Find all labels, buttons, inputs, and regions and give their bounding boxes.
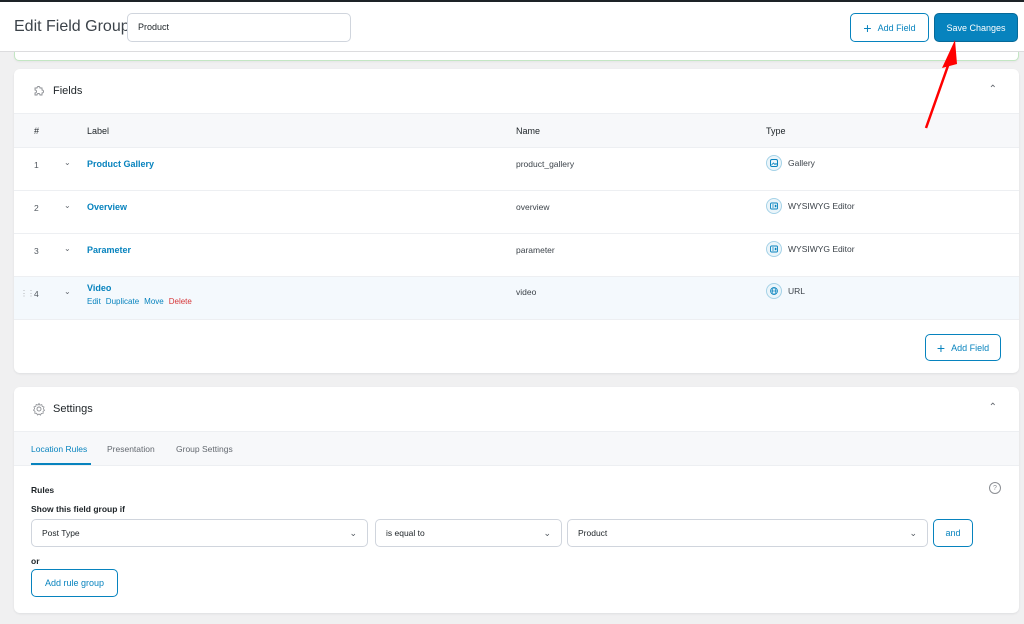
field-name: product_gallery — [516, 159, 575, 169]
field-name: overview — [516, 202, 550, 212]
rule-param-select[interactable]: Post Type ⌄ — [31, 519, 368, 547]
tab-location-rules[interactable]: Location Rules — [31, 444, 87, 454]
chevron-up-icon[interactable]: ⌃ — [989, 84, 997, 95]
drag-handle-icon[interactable]: ⋮⋮ — [20, 289, 35, 298]
field-group-title-input[interactable]: Product — [127, 13, 351, 42]
add-field-button[interactable]: + Add Field — [925, 334, 1001, 361]
page-title: Edit Field Group — [14, 18, 130, 35]
field-type: Gallery — [766, 155, 815, 171]
field-row[interactable]: 2 ⌄ Overview overview WYSIWYG Editor — [14, 191, 1019, 234]
field-label-link[interactable]: Product Gallery — [87, 159, 154, 169]
plus-icon: + — [936, 339, 946, 356]
column-header-num: # — [34, 125, 40, 136]
chevron-down-icon[interactable]: ⌄ — [64, 244, 71, 253]
chevron-down-icon[interactable]: ⌄ — [64, 201, 71, 210]
delete-link[interactable]: Delete — [169, 297, 192, 306]
gallery-icon — [766, 155, 782, 171]
tab-presentation[interactable]: Presentation — [107, 444, 155, 454]
gear-icon — [32, 402, 46, 416]
field-name: video — [516, 287, 537, 297]
field-number: 4 — [34, 289, 39, 299]
add-field-label: Add Field — [951, 342, 990, 353]
field-type-label: WYSIWYG Editor — [788, 244, 855, 254]
settings-panel-header[interactable]: Settings ⌃ — [14, 387, 1019, 432]
field-number: 3 — [34, 246, 39, 256]
globe-icon — [766, 283, 782, 299]
fields-panel-header[interactable]: Fields ⌃ — [14, 69, 1019, 114]
field-type-label: WYSIWYG Editor — [788, 201, 855, 211]
field-number: 1 — [34, 160, 39, 170]
chevron-down-icon[interactable]: ⌄ — [64, 158, 71, 167]
wysiwyg-icon — [766, 198, 782, 214]
fields-table-header: # Label Name Type — [14, 114, 1019, 148]
chevron-down-icon[interactable]: ⌄ — [64, 287, 71, 296]
field-type-label: URL — [788, 286, 806, 296]
puzzle-icon — [32, 84, 46, 98]
location-rules-body: Rules ? Show this field group if Post Ty… — [14, 466, 1019, 613]
field-name: parameter — [516, 245, 555, 255]
duplicate-link[interactable]: Duplicate — [106, 297, 139, 306]
rule-operator-value: is equal to — [386, 528, 425, 538]
column-header-name: Name — [516, 125, 541, 136]
chevron-up-icon[interactable]: ⌃ — [989, 402, 997, 413]
success-notice-edge — [14, 52, 1019, 61]
fields-panel: Fields ⌃ # Label Name Type 1 ⌄ Product G… — [14, 69, 1019, 373]
page-header: Edit Field Group Product + Add Field Sav… — [0, 2, 1024, 52]
chevron-down-icon: ⌄ — [349, 528, 357, 538]
move-link[interactable]: Move — [144, 297, 164, 306]
field-type: WYSIWYG Editor — [766, 198, 855, 214]
column-header-type: Type — [766, 125, 786, 136]
field-type-label: Gallery — [788, 158, 815, 168]
rules-label: Rules — [31, 485, 55, 495]
settings-panel: Settings ⌃ Location Rules Presentation G… — [14, 387, 1019, 613]
fields-panel-footer: + Add Field — [14, 320, 1019, 373]
active-tab-indicator — [31, 463, 91, 465]
add-rule-group-button[interactable]: Add rule group — [31, 569, 118, 597]
field-type: WYSIWYG Editor — [766, 241, 855, 257]
add-field-button-header[interactable]: + Add Field — [850, 13, 929, 42]
field-row[interactable]: 1 ⌄ Product Gallery product_gallery Gall… — [14, 148, 1019, 191]
wysiwyg-icon — [766, 241, 782, 257]
add-field-label: Add Field — [877, 22, 916, 33]
save-changes-button[interactable]: Save Changes — [934, 13, 1018, 42]
rule-value-select[interactable]: Product ⌄ — [567, 519, 928, 547]
help-icon[interactable]: ? — [989, 482, 1001, 494]
field-type: URL — [766, 283, 805, 299]
fields-panel-title: Fields — [53, 85, 83, 97]
tab-group-settings[interactable]: Group Settings — [176, 444, 233, 454]
or-label: or — [31, 556, 40, 566]
chevron-down-icon: ⌄ — [543, 528, 551, 538]
settings-panel-title: Settings — [53, 403, 93, 415]
settings-tabs: Location Rules Presentation Group Settin… — [14, 432, 1019, 466]
show-if-label: Show this field group if — [31, 504, 125, 514]
and-button[interactable]: and — [933, 519, 973, 547]
field-label-link[interactable]: Video — [87, 283, 111, 293]
field-number: 2 — [34, 203, 39, 213]
field-row[interactable]: ⋮⋮ 4 ⌄ Video Edit Duplicate Move Delete … — [14, 277, 1019, 320]
field-label-link[interactable]: Parameter — [87, 245, 131, 255]
chevron-down-icon: ⌄ — [909, 528, 917, 538]
edit-link[interactable]: Edit — [87, 297, 101, 306]
field-label-link[interactable]: Overview — [87, 202, 127, 212]
column-header-label: Label — [87, 125, 110, 136]
rule-operator-select[interactable]: is equal to ⌄ — [375, 519, 562, 547]
plus-icon: + — [863, 19, 872, 36]
rule-value-value: Product — [578, 528, 608, 538]
row-actions: Edit Duplicate Move Delete — [87, 297, 192, 306]
field-row[interactable]: 3 ⌄ Parameter parameter WYSIWYG Editor — [14, 234, 1019, 277]
rule-param-value: Post Type — [42, 528, 80, 538]
